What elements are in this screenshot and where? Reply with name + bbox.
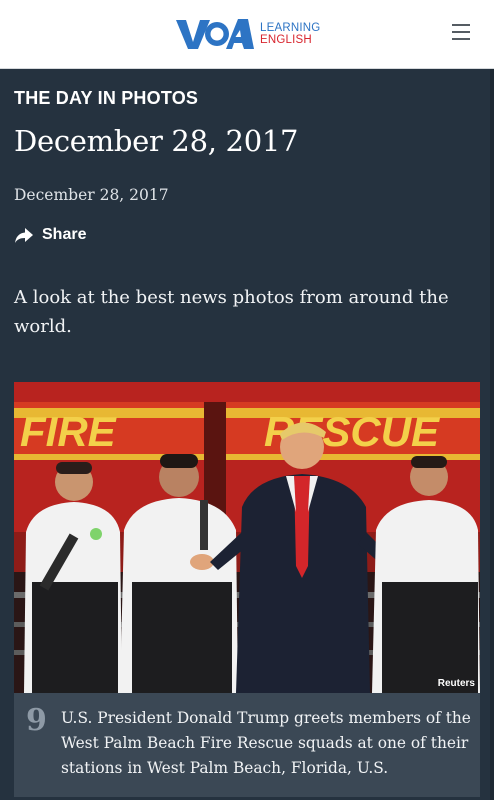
photo-caption: 9 U.S. President Donald Trump greets mem… [14, 693, 480, 797]
logo-line-english: ENGLISH [260, 34, 312, 46]
hamburger-menu-icon[interactable] [450, 22, 474, 42]
site-header: LEARNING ENGLISH [0, 0, 494, 69]
publish-date: December 28, 2017 [14, 186, 169, 204]
voa-learning-english-logo[interactable]: LEARNING ENGLISH [176, 16, 320, 52]
photo-number: 9 [26, 703, 47, 738]
sign-fire-text: FIRE [20, 408, 118, 455]
photo-image: FIRE RESCUE [14, 382, 480, 693]
photo-credit: Reuters [437, 678, 475, 689]
scrollbar[interactable] [490, 69, 494, 800]
page-title: December 28, 2017 [14, 124, 299, 158]
share-button[interactable]: Share [14, 222, 86, 248]
article-intro: A look at the best news photos from arou… [14, 287, 449, 337]
share-arrow-icon [15, 228, 33, 243]
section-label[interactable]: THE DAY IN PHOTOS [14, 88, 198, 109]
caption-text: U.S. President Donald Trump greets membe… [61, 709, 471, 777]
voa-logo-icon [176, 19, 254, 49]
logo-wordmark: LEARNING ENGLISH [260, 22, 320, 46]
gallery-photo[interactable]: FIRE RESCUE Reuters [14, 382, 480, 693]
logo-line-learning: LEARNING [260, 22, 321, 34]
share-label: Share [42, 226, 87, 243]
